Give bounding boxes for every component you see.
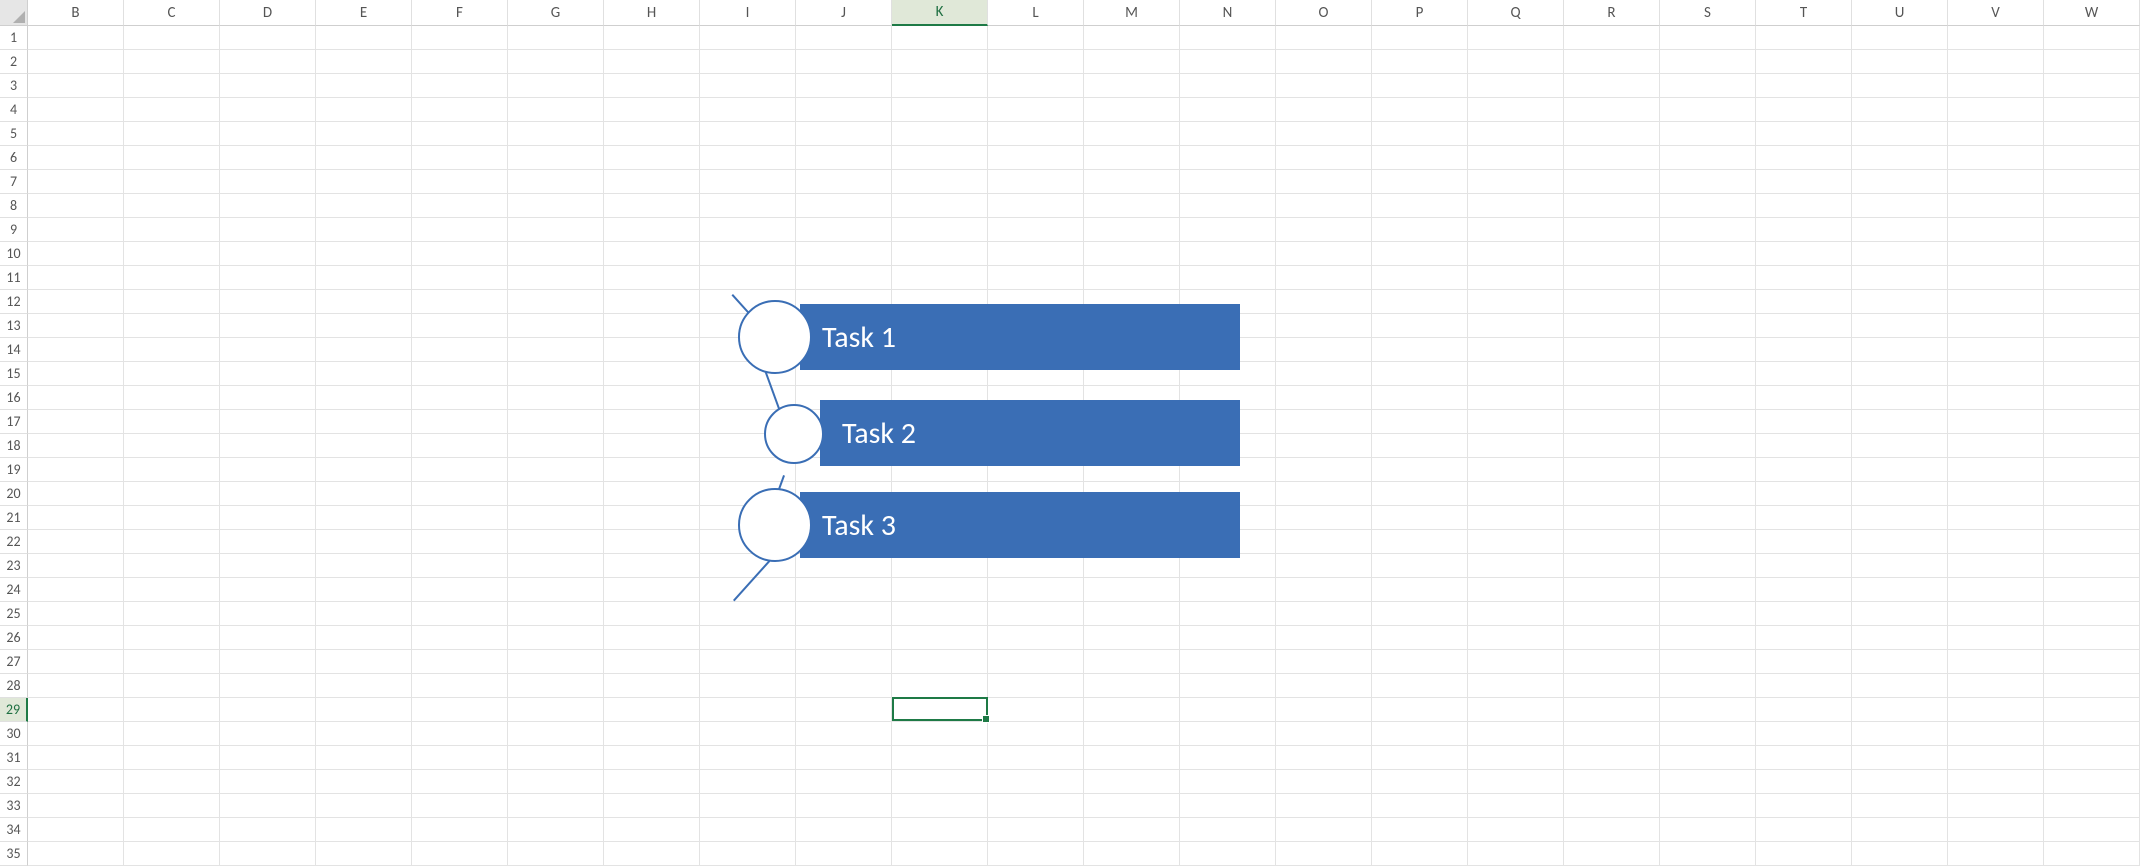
row-header-28[interactable]: 28 <box>0 674 28 698</box>
row-header-23[interactable]: 23 <box>0 554 28 578</box>
row-header-13[interactable]: 13 <box>0 314 28 338</box>
task-circle-1[interactable] <box>738 300 812 374</box>
col-header-W[interactable]: W <box>2044 0 2140 26</box>
row-header-21[interactable]: 21 <box>0 506 28 530</box>
col-header-C[interactable]: C <box>124 0 220 26</box>
col-header-O[interactable]: O <box>1276 0 1372 26</box>
task-bar-3[interactable]: Task 3 <box>800 492 1240 558</box>
row-header-30[interactable]: 30 <box>0 722 28 746</box>
row-header-18[interactable]: 18 <box>0 434 28 458</box>
row-header-11[interactable]: 11 <box>0 266 28 290</box>
task-label-2: Task 2 <box>842 415 916 452</box>
row-header-33[interactable]: 33 <box>0 794 28 818</box>
col-header-J[interactable]: J <box>796 0 892 26</box>
col-header-B[interactable]: B <box>28 0 124 26</box>
select-all-triangle-icon <box>13 11 25 23</box>
row-header-16[interactable]: 16 <box>0 386 28 410</box>
row-header-10[interactable]: 10 <box>0 242 28 266</box>
row-header-19[interactable]: 19 <box>0 458 28 482</box>
col-header-M[interactable]: M <box>1084 0 1180 26</box>
row-header-31[interactable]: 31 <box>0 746 28 770</box>
row-header-26[interactable]: 26 <box>0 626 28 650</box>
row-header-25[interactable]: 25 <box>0 602 28 626</box>
row-header-2[interactable]: 2 <box>0 50 28 74</box>
row-header-8[interactable]: 8 <box>0 194 28 218</box>
col-header-E[interactable]: E <box>316 0 412 26</box>
row-header-4[interactable]: 4 <box>0 98 28 122</box>
row-headers: 1234567891011121314151617181920212223242… <box>0 26 28 866</box>
row-header-7[interactable]: 7 <box>0 170 28 194</box>
row-header-17[interactable]: 17 <box>0 410 28 434</box>
row-header-34[interactable]: 34 <box>0 818 28 842</box>
select-all-corner[interactable] <box>0 0 28 26</box>
row-header-27[interactable]: 27 <box>0 650 28 674</box>
task-bar-2[interactable]: Task 2 <box>820 400 1240 466</box>
col-header-Q[interactable]: Q <box>1468 0 1564 26</box>
task-label-3: Task 3 <box>822 507 896 544</box>
task-bar-1[interactable]: Task 1 <box>800 304 1240 370</box>
task-circle-3[interactable] <box>738 488 812 562</box>
col-header-G[interactable]: G <box>508 0 604 26</box>
row-header-20[interactable]: 20 <box>0 482 28 506</box>
col-header-U[interactable]: U <box>1852 0 1948 26</box>
row-header-35[interactable]: 35 <box>0 842 28 866</box>
col-header-T[interactable]: T <box>1756 0 1852 26</box>
col-header-R[interactable]: R <box>1564 0 1660 26</box>
smartart-graphic[interactable]: Task 1 Task 2 Task 3 <box>720 290 1320 610</box>
row-header-22[interactable]: 22 <box>0 530 28 554</box>
col-header-H[interactable]: H <box>604 0 700 26</box>
spreadsheet-grid[interactable]: B C D E F G H I J K L M N O P Q R S T U … <box>0 0 2145 861</box>
col-header-N[interactable]: N <box>1180 0 1276 26</box>
task-label-1: Task 1 <box>822 319 896 356</box>
row-header-15[interactable]: 15 <box>0 362 28 386</box>
row-header-1[interactable]: 1 <box>0 26 28 50</box>
task-circle-2[interactable] <box>764 404 824 464</box>
connector-line-bottom <box>733 555 775 601</box>
col-header-D[interactable]: D <box>220 0 316 26</box>
row-header-32[interactable]: 32 <box>0 770 28 794</box>
row-header-12[interactable]: 12 <box>0 290 28 314</box>
row-header-3[interactable]: 3 <box>0 74 28 98</box>
col-header-V[interactable]: V <box>1948 0 2044 26</box>
row-header-9[interactable]: 9 <box>0 218 28 242</box>
col-header-F[interactable]: F <box>412 0 508 26</box>
col-header-P[interactable]: P <box>1372 0 1468 26</box>
column-headers: B C D E F G H I J K L M N O P Q R S T U … <box>0 0 2145 26</box>
row-header-6[interactable]: 6 <box>0 146 28 170</box>
row-header-14[interactable]: 14 <box>0 338 28 362</box>
col-header-K[interactable]: K <box>892 0 988 26</box>
col-header-S[interactable]: S <box>1660 0 1756 26</box>
row-header-24[interactable]: 24 <box>0 578 28 602</box>
row-header-5[interactable]: 5 <box>0 122 28 146</box>
row-header-29[interactable]: 29 <box>0 698 28 722</box>
col-header-L[interactable]: L <box>988 0 1084 26</box>
col-header-I[interactable]: I <box>700 0 796 26</box>
